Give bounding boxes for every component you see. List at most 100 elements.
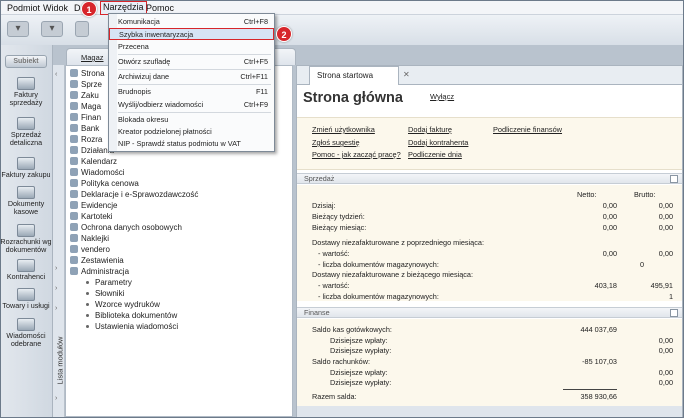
nav-sprzedaz-detaliczna[interactable]: Sprzedaż detaliczna <box>0 117 52 147</box>
menu-item-otworz-szuflade[interactable]: Otwórz szufladę Ctrl+F5 <box>109 56 274 68</box>
tree-item[interactable]: vendero <box>70 244 110 255</box>
menu-item-przecena[interactable]: Przecena <box>109 41 274 53</box>
row-label: Dzisiejsze wpłaty: <box>330 368 388 377</box>
narzedzia-dropdown: Komunikacja Ctrl+F8 Szybka inwentaryzacja… <box>108 13 275 152</box>
tree-item[interactable]: Strona <box>70 68 105 79</box>
module-list-label: Lista modułów <box>55 336 65 385</box>
link-add-invoice[interactable]: Dodaj fakturę <box>408 125 452 134</box>
tree-item[interactable]: Deklaracje i e-Sprawozdawczość <box>70 189 198 200</box>
tree-item[interactable]: Kartoteki <box>70 211 113 222</box>
tree-item[interactable]: Bank <box>70 123 99 134</box>
bullet-icon <box>86 324 89 328</box>
chevron-left-icon[interactable]: ‹ <box>55 71 57 78</box>
cash-document-icon <box>17 186 35 199</box>
pricing-icon <box>70 179 78 187</box>
tree-item[interactable]: Zestawienia <box>70 255 124 266</box>
invoice-icon <box>17 77 35 90</box>
bullet-icon <box>86 280 89 284</box>
disable-link[interactable]: Wyłącz <box>430 92 454 101</box>
chevron-right-icon[interactable]: › <box>55 285 57 292</box>
value-brutto: 495,91 <box>650 281 673 290</box>
section-header-finanse: Finanse <box>297 307 682 318</box>
menu-item-nip-status[interactable]: NIP - Sprawdź status podmiotu w VAT <box>109 138 274 150</box>
tree-item[interactable]: Sprze <box>70 79 102 90</box>
tree-item[interactable]: Administracja <box>70 266 129 277</box>
row-label: Dzisiejsze wypłaty: <box>330 378 392 387</box>
collapse-icon[interactable] <box>670 175 678 183</box>
menu-item-szybka-inwentaryzacja[interactable]: Szybka inwentaryzacja <box>109 28 274 40</box>
tree-item[interactable]: Kalendarz <box>70 156 117 167</box>
value-amount: 358 930,66 <box>580 392 617 401</box>
nav-faktury-zakupu[interactable]: Faktury zakupu <box>0 157 52 179</box>
menu-item-archiwizuj[interactable]: Archiwizuj dane Ctrl+F11 <box>109 71 274 83</box>
tree-item[interactable]: Polityka cenowa <box>70 178 139 189</box>
tree-item[interactable]: Finan <box>70 112 101 123</box>
tree-subitem[interactable]: Wzorce wydruków <box>84 299 160 310</box>
tree-item[interactable]: Ochrona danych osobowych <box>70 222 182 233</box>
contractors-icon <box>17 259 35 272</box>
menu-item-blokada-okresu[interactable]: Blokada okresu <box>109 114 274 126</box>
records-icon <box>70 201 78 209</box>
history-icon[interactable]: ▾ <box>41 21 63 37</box>
value-amount: 0,00 <box>658 368 673 377</box>
collapse-icon[interactable] <box>670 309 678 317</box>
link-report-suggestion[interactable]: Zgłoś sugestię <box>312 138 360 147</box>
settlements-icon <box>17 224 35 237</box>
tree-item[interactable]: Ewidencje <box>70 200 117 211</box>
warehouse-icon <box>70 102 78 110</box>
module-list-strip[interactable]: ‹ › › › › Lista modułów <box>53 65 65 417</box>
nav-rozrachunki[interactable]: Rozrachunki wg dokumentów <box>0 224 52 254</box>
menu-item-wyslij-odbierz[interactable]: Wyślij/odbierz wiadomości Ctrl+F9 <box>109 99 274 111</box>
reports-icon <box>70 256 78 264</box>
value-count: 0 <box>639 260 644 269</box>
status-strip <box>297 406 682 417</box>
tree-item[interactable]: Naklejki <box>70 233 109 244</box>
tree-subitem[interactable]: Parametry <box>84 277 132 288</box>
chevron-right-icon[interactable]: › <box>55 305 57 312</box>
nav-wiadomosci[interactable]: Wiadomości odebrane <box>0 318 52 348</box>
print-icon[interactable] <box>75 21 89 37</box>
nav-dokumenty-kasowe[interactable]: Dokumenty kasowe <box>0 186 52 216</box>
link-help-start[interactable]: Pomoc - jak zacząć pracę? <box>312 150 401 159</box>
tree-item[interactable]: Zaku <box>70 90 99 101</box>
tree-item[interactable]: Rozra <box>70 134 102 145</box>
new-document-icon[interactable]: ▾ <box>7 21 29 37</box>
messages-icon <box>70 168 78 176</box>
tab-start-page[interactable]: Strona startowa Subiekta <box>309 66 399 98</box>
tree-item[interactable]: Maga <box>70 101 101 112</box>
row-label: Dzisiejsze wpłaty: <box>330 336 388 345</box>
link-add-contractor[interactable]: Dodaj kontrahenta <box>408 138 468 147</box>
tab-magazyn[interactable]: Magaz <box>81 53 104 62</box>
sales-icon <box>70 80 78 88</box>
nav-towary[interactable]: Towary i usługi <box>0 288 52 310</box>
nav-kontrahenci[interactable]: Kontrahenci <box>0 259 52 281</box>
tree-subitem[interactable]: Ustawienia wiadomości <box>84 321 178 332</box>
value-brutto: 0,00 <box>658 249 673 258</box>
tree-subitem[interactable]: Biblioteka dokumentów <box>84 310 177 321</box>
value-amount: 0,00 <box>658 346 673 355</box>
bank-icon <box>70 124 78 132</box>
nav-faktury-sprzedazy[interactable]: Faktury sprzedaży <box>0 77 52 107</box>
chevron-right-icon[interactable]: › <box>55 265 57 272</box>
admin-icon <box>70 267 78 275</box>
purchase-invoice-icon <box>17 157 35 170</box>
chevron-right-icon[interactable]: › <box>55 395 57 402</box>
menu-bar: Podmiot Widok D Narzędzia Pomoc <box>1 1 683 15</box>
link-change-user[interactable]: Zmień użytkownika <box>312 125 375 134</box>
page-title: Strona główna <box>303 90 403 106</box>
row-label: Dzisiaj: <box>312 201 336 210</box>
row-label: Bieżący miesiąc: <box>312 223 367 232</box>
link-day-summary[interactable]: Podliczenie dnia <box>408 150 462 159</box>
tree-subitem[interactable]: Słowniki <box>84 288 124 299</box>
menu-podmiot[interactable]: Podmiot <box>5 2 42 14</box>
link-finance-summary[interactable]: Podliczenie finansów <box>493 125 562 134</box>
menu-widok[interactable]: Widok <box>41 2 70 14</box>
bullet-icon <box>86 302 89 306</box>
subiekt-button[interactable]: Subiekt <box>5 55 47 68</box>
menu-item-brudnopis[interactable]: Brudnopis F11 <box>109 86 274 98</box>
menu-item-kreator-platnosci[interactable]: Kreator podzielonej płatności <box>109 126 274 138</box>
messages-icon <box>17 318 35 331</box>
close-icon[interactable]: ✕ <box>403 70 410 79</box>
menu-item-komunikacja[interactable]: Komunikacja Ctrl+F8 <box>109 16 274 28</box>
tree-item[interactable]: Wiadomości <box>70 167 125 178</box>
